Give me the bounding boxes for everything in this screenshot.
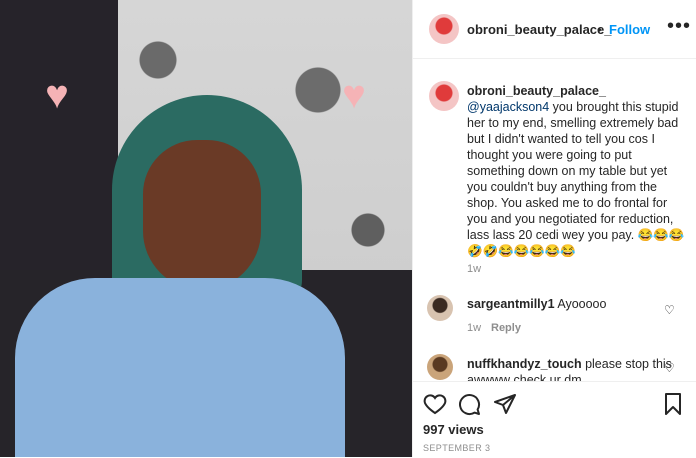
- post-date[interactable]: SEPTEMBER 3: [423, 443, 490, 453]
- comment: sargeantmilly1 Ayooooo: [467, 297, 606, 311]
- comment-like-heart-icon[interactable]: ♡: [664, 303, 675, 317]
- view-count[interactable]: 997 views: [423, 422, 484, 437]
- comment-avatar[interactable]: [427, 295, 453, 321]
- comment-username[interactable]: nuffkhandyz_touch: [467, 357, 582, 371]
- caption-time: 1w: [467, 263, 482, 275]
- reply-button[interactable]: Reply: [491, 322, 521, 334]
- post-side-panel: obroni_beauty_palace_ • Follow ••• obron…: [412, 0, 696, 457]
- caption-avatar[interactable]: [429, 81, 459, 111]
- post-header: obroni_beauty_palace_ • Follow •••: [413, 0, 696, 59]
- bookmark-icon[interactable]: [661, 392, 685, 416]
- caption-text: you brought this stupid her to my end, s…: [467, 100, 685, 258]
- comment-username[interactable]: sargeantmilly1: [467, 297, 555, 311]
- post-media[interactable]: ♥ ♥: [0, 0, 412, 457]
- person-face: [143, 140, 261, 290]
- caption-mention[interactable]: @yaajackson4: [467, 100, 549, 114]
- comment-like-heart-icon[interactable]: ♡: [664, 361, 675, 375]
- denim-jacket: [15, 278, 345, 457]
- heart-sticker-icon: ♥: [342, 73, 366, 117]
- separator-dot: •: [597, 22, 602, 37]
- action-bar: 997 views SEPTEMBER 3: [413, 381, 696, 458]
- comment-icon[interactable]: [457, 392, 481, 416]
- comment: nuffkhandyz_touch please stop this awwww…: [467, 356, 677, 381]
- comments-section[interactable]: obroni_beauty_palace_ @yaajackson4 you b…: [413, 59, 696, 381]
- heart-outline-icon[interactable]: [423, 392, 447, 416]
- follow-button[interactable]: Follow: [609, 22, 650, 37]
- comment-text: Ayooooo: [554, 297, 607, 311]
- caption-username[interactable]: obroni_beauty_palace_: [467, 84, 606, 98]
- author-avatar[interactable]: [429, 14, 459, 44]
- paper-plane-icon[interactable]: [493, 392, 517, 416]
- heart-sticker-icon: ♥: [45, 73, 69, 117]
- more-options-icon[interactable]: •••: [667, 15, 691, 38]
- comment-avatar[interactable]: [427, 354, 453, 380]
- author-username[interactable]: obroni_beauty_palace_: [467, 22, 612, 37]
- comment-time: 1w: [467, 322, 482, 334]
- caption: obroni_beauty_palace_ @yaajackson4 you b…: [467, 83, 687, 259]
